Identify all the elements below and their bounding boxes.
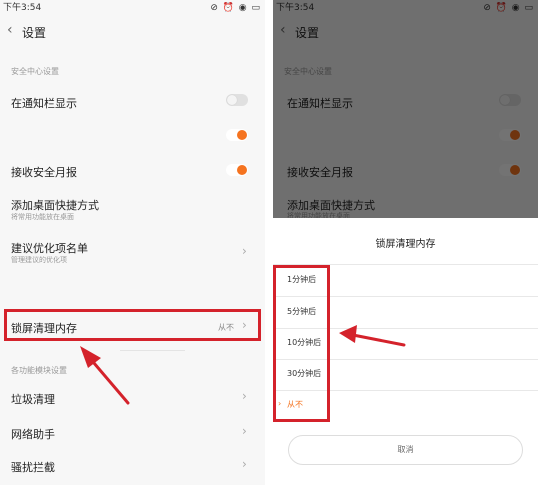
annotation-arrow-right <box>339 325 406 347</box>
lock-clean-dialog-screen: 下午3:54 ⊘ ⏰ ◉ ▭ ‹ 设置 安全中心设置 在通知栏显示 接收安全月报… <box>273 0 538 485</box>
annotation-arrow-left <box>80 346 130 405</box>
settings-screen: 下午3:54 ⊘ ⏰ ◉ ▭ ‹ 设置 安全中心设置 在通知栏显示 接收安全月报… <box>0 0 265 485</box>
